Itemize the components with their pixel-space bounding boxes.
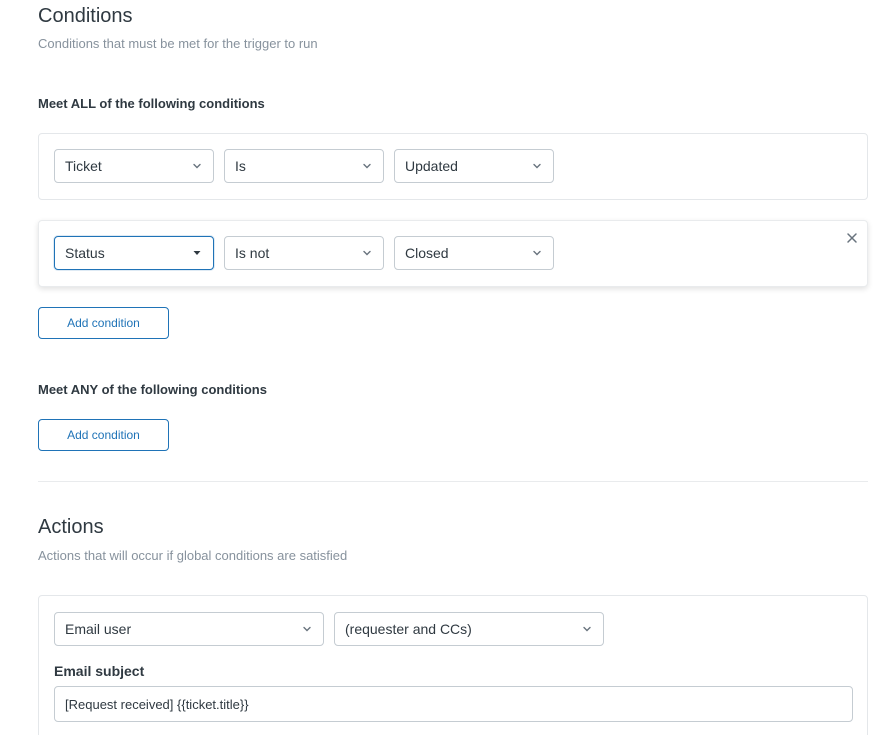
action-target-value: (requester and CCs) <box>345 621 472 637</box>
chevron-down-icon <box>531 160 543 172</box>
condition-field-select[interactable]: Ticket <box>54 149 214 183</box>
chevron-down-icon <box>191 160 203 172</box>
add-all-condition-button[interactable]: Add condition <box>38 307 169 339</box>
email-subject-input[interactable]: [Request received] {{ticket.title}} <box>54 686 853 722</box>
condition-operator-value: Is not <box>235 245 270 261</box>
condition-field-value: Status <box>65 245 105 261</box>
conditions-subtitle: Conditions that must be met for the trig… <box>38 36 318 51</box>
chevron-down-icon <box>531 247 543 259</box>
action-target-select[interactable]: (requester and CCs) <box>334 612 604 646</box>
actions-title: Actions <box>38 516 104 538</box>
condition-operator-select[interactable]: Is not <box>224 236 384 270</box>
condition-value-select[interactable]: Updated <box>394 149 554 183</box>
condition-row: Ticket Is Updated <box>38 133 868 200</box>
chevron-down-icon <box>301 623 313 635</box>
condition-operator-select[interactable]: Is <box>224 149 384 183</box>
condition-operator-value: Is <box>235 158 246 174</box>
remove-condition-close-icon[interactable] <box>845 231 859 245</box>
any-conditions-label: Meet ANY of the following conditions <box>38 382 267 397</box>
conditions-title: Conditions <box>38 5 133 27</box>
condition-value-value: Updated <box>405 158 458 174</box>
chevron-down-icon <box>361 247 373 259</box>
condition-field-value: Ticket <box>65 158 102 174</box>
condition-row: Status Is not Closed <box>38 220 868 287</box>
chevron-down-icon <box>581 623 593 635</box>
condition-value-value: Closed <box>405 245 449 261</box>
action-row: Email user (requester and CCs) Email sub… <box>38 595 868 735</box>
chevron-down-icon <box>191 247 203 259</box>
action-type-value: Email user <box>65 621 132 637</box>
condition-field-select[interactable]: Status <box>54 236 214 270</box>
condition-value-select[interactable]: Closed <box>394 236 554 270</box>
chevron-down-icon <box>361 160 373 172</box>
section-divider <box>38 481 868 482</box>
all-conditions-label: Meet ALL of the following conditions <box>38 96 265 111</box>
add-any-condition-button[interactable]: Add condition <box>38 419 169 451</box>
action-type-select[interactable]: Email user <box>54 612 324 646</box>
actions-subtitle: Actions that will occur if global condit… <box>38 548 348 563</box>
email-subject-label: Email subject <box>54 663 145 679</box>
